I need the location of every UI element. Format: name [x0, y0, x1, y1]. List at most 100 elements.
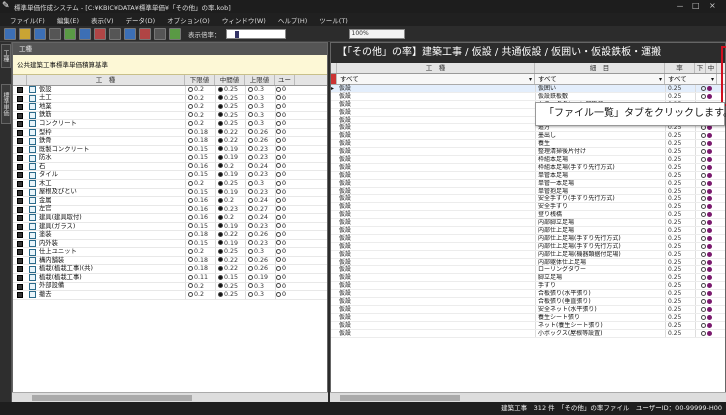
rate-options[interactable]	[695, 290, 717, 298]
radio-user[interactable]	[276, 171, 281, 177]
rate-value[interactable]: 0.25	[665, 211, 695, 218]
radio-user[interactable]	[276, 283, 281, 289]
radio-middle[interactable]	[707, 275, 713, 281]
work-type-row[interactable]: 屋根及びとい 0.15 0.19 0.23 0	[13, 188, 327, 198]
rate-options[interactable]	[695, 321, 717, 329]
radio-lower[interactable]	[700, 322, 706, 328]
rate-value[interactable]: 0.25	[665, 195, 695, 202]
rate-options[interactable]	[695, 227, 717, 234]
radio-user[interactable]	[276, 248, 281, 254]
radio-upper[interactable]	[248, 197, 253, 203]
middle-cell[interactable]: 0.22	[215, 231, 245, 239]
radio-user[interactable]	[276, 163, 281, 169]
radio-user[interactable]	[276, 86, 281, 92]
upper-cell[interactable]: 0.3	[245, 291, 275, 299]
radio-upper[interactable]	[248, 189, 253, 195]
col-upper[interactable]: 上限値	[245, 75, 275, 85]
middle-cell[interactable]: 0.23	[215, 205, 245, 214]
radio-middle[interactable]	[707, 188, 713, 194]
save-icon[interactable]	[34, 27, 46, 40]
radio-user[interactable]	[276, 154, 281, 160]
radio-lower[interactable]	[700, 180, 706, 186]
radio-middle[interactable]	[707, 212, 713, 218]
radio-lower[interactable]	[700, 259, 706, 265]
rate-row[interactable]: 仮設 単管一本足場 0.25	[331, 179, 725, 188]
lower-cell[interactable]: 0.2	[185, 180, 215, 188]
rate-row[interactable]: 仮設 安全ネット(水平張り) 0.25	[331, 305, 725, 314]
radio-lower[interactable]	[188, 129, 193, 135]
radio-lower[interactable]	[700, 93, 706, 99]
lower-cell[interactable]: 0.15	[185, 222, 215, 231]
radio-middle[interactable]	[218, 180, 223, 186]
rate-row[interactable]: 仮設 安全手すり 0.25	[331, 203, 725, 212]
radio-lower[interactable]	[700, 188, 706, 194]
radio-middle[interactable]	[707, 228, 713, 234]
middle-cell[interactable]: 0.15	[215, 274, 245, 282]
user-cell[interactable]: 0	[275, 197, 295, 205]
radio-user[interactable]	[276, 274, 281, 280]
rate-row[interactable]: 仮設 単管本足場 0.25	[331, 171, 725, 180]
radio-lower[interactable]	[188, 103, 193, 109]
radio-lower[interactable]	[700, 275, 706, 281]
upper-cell[interactable]: 0.24	[245, 197, 275, 205]
radio-lower[interactable]	[700, 267, 706, 273]
upper-cell[interactable]: 0.23	[245, 154, 275, 162]
right-horizontal-scrollbar[interactable]	[330, 392, 726, 402]
rate-options[interactable]	[695, 156, 717, 163]
col-work-type[interactable]: 工 種	[27, 75, 185, 85]
middle-cell[interactable]: 0.2	[215, 162, 245, 171]
rate-value[interactable]: 0.25	[665, 179, 695, 187]
rate-options[interactable]	[695, 234, 717, 242]
radio-lower[interactable]	[188, 231, 193, 237]
radio-upper[interactable]	[248, 146, 253, 152]
lower-cell[interactable]: 0.18	[185, 128, 215, 137]
user-cell[interactable]: 0	[275, 120, 295, 128]
radio-lower[interactable]	[188, 291, 193, 297]
row-checkbox[interactable]	[13, 86, 27, 94]
radio-lower[interactable]	[700, 235, 706, 241]
radio-upper[interactable]	[248, 223, 253, 229]
radio-lower[interactable]	[188, 265, 193, 271]
radio-middle[interactable]	[218, 189, 223, 195]
rate-value[interactable]: 0.25	[665, 156, 695, 163]
chevron-down-icon[interactable]: ▾	[659, 74, 662, 85]
middle-cell[interactable]: 0.19	[215, 239, 245, 248]
middle-cell[interactable]: 0.19	[215, 188, 245, 197]
work-type-row[interactable]: 塗装 0.18 0.22 0.26 0	[13, 231, 327, 240]
menu-window[interactable]: ウィンドウ(W)	[222, 15, 266, 25]
radio-user[interactable]	[276, 265, 281, 271]
rate-row[interactable]: 仮設 小ボックス(屋根等設置) 0.25	[331, 329, 725, 338]
user-cell[interactable]: 0	[275, 86, 295, 94]
col-r-rate[interactable]: 率	[665, 63, 695, 73]
radio-middle[interactable]	[218, 103, 223, 109]
radio-user[interactable]	[276, 180, 281, 186]
col-r-middle[interactable]: 中	[706, 63, 717, 73]
user-cell[interactable]: 0	[275, 128, 295, 137]
radio-lower[interactable]	[700, 314, 706, 320]
tab-work-type[interactable]: 工種	[1, 44, 11, 68]
col-r-work-type[interactable]: 工 種	[337, 63, 535, 73]
radio-upper[interactable]	[248, 291, 253, 297]
lower-cell[interactable]: 0.15	[185, 171, 215, 180]
radio-middle[interactable]	[218, 154, 223, 160]
rate-row[interactable]: 仮設 枠組本足場 0.25	[331, 156, 725, 164]
radio-lower[interactable]	[188, 214, 193, 220]
rate-options[interactable]	[695, 258, 717, 266]
radio-upper[interactable]	[248, 163, 253, 169]
radio-middle[interactable]	[218, 257, 223, 263]
radio-middle[interactable]	[707, 93, 713, 99]
radio-lower[interactable]	[188, 154, 193, 160]
radio-lower[interactable]	[188, 189, 193, 195]
row-checkbox[interactable]	[13, 231, 27, 239]
rate-row[interactable]: 仮設 内部仕上足場(機器類据付足場) 0.25	[331, 250, 725, 259]
rate-value[interactable]: 0.25	[665, 250, 695, 258]
radio-middle[interactable]	[707, 141, 713, 147]
upper-cell[interactable]: 0.23	[245, 222, 275, 231]
upper-cell[interactable]: 0.26	[245, 265, 275, 274]
radio-upper[interactable]	[248, 171, 253, 177]
radio-lower[interactable]	[188, 283, 193, 289]
user-cell[interactable]: 0	[275, 188, 295, 197]
middle-cell[interactable]: 0.22	[215, 265, 245, 274]
menu-options[interactable]: オプション(O)	[167, 15, 210, 25]
work-type-row[interactable]: コンクリート 0.2 0.25 0.3 0	[13, 120, 327, 129]
